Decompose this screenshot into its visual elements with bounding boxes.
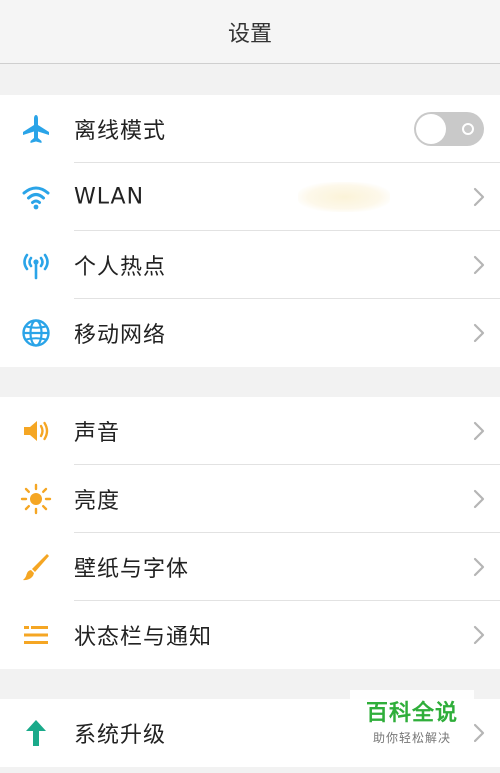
setting-row-statusbar-notifications[interactable]: 状态栏与通知	[0, 601, 500, 669]
setting-row-wallpaper-font[interactable]: 壁纸与字体	[0, 533, 500, 601]
setting-label: 声音	[74, 421, 121, 446]
airplane-mode-toggle[interactable]	[414, 112, 484, 146]
chevron-right-icon	[473, 323, 485, 343]
setting-row-wlan[interactable]: WLAN	[0, 163, 500, 231]
watermark-subtitle: 助你轻松解决	[372, 730, 451, 745]
setting-label: 系统升级	[74, 723, 167, 748]
statusbar-icon	[18, 617, 54, 653]
page-title: 设置	[227, 21, 272, 47]
wifi-icon	[18, 179, 54, 215]
brush-icon	[18, 549, 54, 585]
setting-label: WLAN	[74, 184, 145, 210]
chevron-right-icon	[473, 255, 485, 275]
chevron-right-icon	[473, 625, 485, 645]
setting-label: 移动网络	[74, 323, 167, 348]
setting-row-mobile-network[interactable]: 移动网络	[0, 299, 500, 367]
chevron-right-icon	[473, 421, 485, 441]
setting-row-hotspot[interactable]: 个人热点	[0, 231, 500, 299]
blurred-region	[298, 182, 390, 212]
setting-label: 离线模式	[74, 119, 167, 144]
setting-label: 亮度	[74, 489, 121, 514]
setting-label: 壁纸与字体	[74, 557, 190, 582]
chevron-right-icon	[473, 557, 485, 577]
toggle-off-indicator	[462, 123, 474, 135]
toggle-knob	[416, 114, 446, 144]
chevron-right-icon	[473, 187, 485, 207]
setting-row-brightness[interactable]: 亮度	[0, 465, 500, 533]
title-bar: 设置	[0, 0, 500, 64]
airplane-icon	[18, 111, 54, 147]
setting-label: 个人热点	[74, 255, 167, 280]
setting-row-sound[interactable]: 声音	[0, 397, 500, 465]
chevron-right-icon	[473, 723, 485, 743]
brightness-icon	[18, 481, 54, 517]
hotspot-icon	[18, 247, 54, 283]
watermark-title: 百科全说	[365, 700, 458, 726]
setting-label: 状态栏与通知	[74, 625, 213, 650]
setting-row-airplane-mode[interactable]: 离线模式	[0, 95, 500, 163]
chevron-right-icon	[473, 489, 485, 509]
settings-group-network: 离线模式 WLAN 个人热点 移动网络	[0, 95, 500, 367]
upgrade-arrow-icon	[18, 715, 54, 751]
globe-icon	[18, 315, 54, 351]
speaker-icon	[18, 413, 54, 449]
watermark-logo: 百科全说 助你轻松解决	[350, 690, 474, 750]
settings-group-display-sound: 声音 亮度 壁纸与字体 状态栏与通知	[0, 397, 500, 669]
